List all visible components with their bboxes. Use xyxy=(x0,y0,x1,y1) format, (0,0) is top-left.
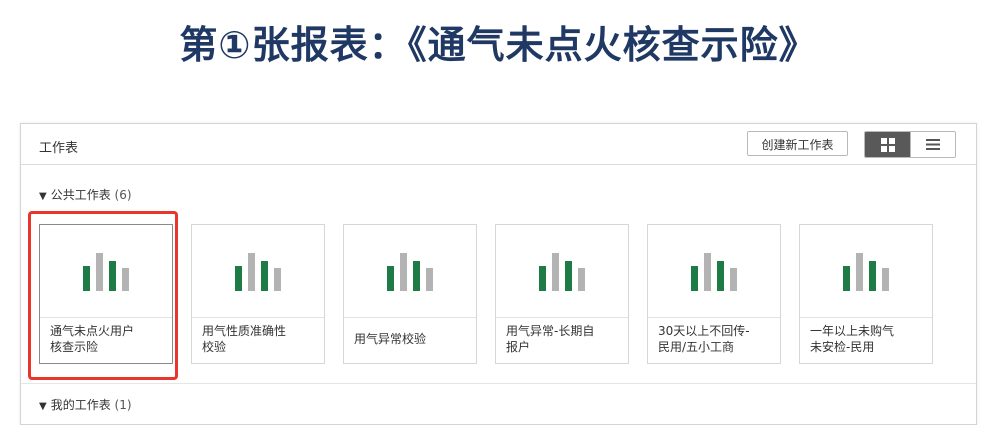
sheet-label-line: 报户 xyxy=(506,340,531,354)
sheet-card[interactable]: 30天以上不回传- 民用/五小工商 xyxy=(647,224,781,364)
icon-bar xyxy=(274,268,281,291)
section-divider xyxy=(21,383,976,384)
icon-bar xyxy=(856,253,863,291)
icon-bar xyxy=(578,268,585,291)
icon-bar xyxy=(717,261,724,291)
icon-bar xyxy=(426,268,433,291)
sheet-label-line: 用气性质准确性 xyxy=(202,324,287,338)
view-toggle xyxy=(864,131,956,158)
icon-bar xyxy=(387,266,394,291)
icon-bar xyxy=(565,261,572,291)
sheet-thumbnail xyxy=(800,225,932,318)
sheet-card[interactable]: 用气异常-长期自 报户 xyxy=(495,224,629,364)
sheet-card[interactable]: 用气异常校验 xyxy=(343,224,477,364)
icon-bar xyxy=(539,266,546,291)
sheet-label-line: 未安检-民用 xyxy=(810,340,875,354)
icon-bar xyxy=(882,268,889,291)
sheet-label: 用气性质准确性 校验 xyxy=(202,323,317,355)
sheet-label-line: 30天以上不回传- xyxy=(658,324,750,338)
sheet-label: 30天以上不回传- 民用/五小工商 xyxy=(658,323,773,355)
list-icon xyxy=(926,139,940,150)
collapse-triangle-icon: ▼ xyxy=(39,191,47,202)
section-title-mine: 我的工作表 xyxy=(50,398,111,412)
icon-bar xyxy=(730,268,737,291)
bar-chart-icon xyxy=(691,253,739,291)
list-view-button[interactable] xyxy=(910,132,955,157)
icon-bar xyxy=(869,261,876,291)
sheet-label-line: 用气异常-长期自 xyxy=(506,324,595,338)
icon-bar xyxy=(400,253,407,291)
icon-bar xyxy=(552,253,559,291)
public-sheets-section-header[interactable]: ▼ 公共工作表 (6) xyxy=(39,186,132,203)
icon-bar xyxy=(261,261,268,291)
icon-bar xyxy=(235,266,242,291)
sheet-label-line: 一年以上未购气 xyxy=(810,324,895,338)
highlight-box xyxy=(28,211,178,380)
bar-chart-icon xyxy=(843,253,891,291)
icon-bar xyxy=(843,266,850,291)
grid-icon xyxy=(881,138,895,152)
sheet-label: 一年以上未购气 未安检-民用 xyxy=(810,323,925,355)
section-count-public: (6) xyxy=(114,188,132,202)
icon-bar xyxy=(413,261,420,291)
bar-chart-icon xyxy=(387,253,435,291)
bar-chart-icon xyxy=(539,253,587,291)
grid-view-button[interactable] xyxy=(865,132,910,157)
sheet-label: 用气异常校验 xyxy=(354,331,469,347)
panel-header: 工作表 创建新工作表 xyxy=(21,124,976,165)
section-count-mine: (1) xyxy=(114,398,132,412)
sheet-card[interactable]: 用气性质准确性 校验 xyxy=(191,224,325,364)
sheet-thumbnail xyxy=(192,225,324,318)
icon-bar xyxy=(691,266,698,291)
sheet-card[interactable]: 一年以上未购气 未安检-民用 xyxy=(799,224,933,364)
sheet-label-line: 校验 xyxy=(202,340,227,354)
sheet-label-line: 民用/五小工商 xyxy=(658,340,735,354)
page-heading: 第①张报表：《通气未点火核查示险》 xyxy=(179,23,818,67)
icon-bar xyxy=(704,253,711,291)
my-sheets-section-header[interactable]: ▼ 我的工作表 (1) xyxy=(39,396,132,413)
create-new-sheet-button[interactable]: 创建新工作表 xyxy=(747,131,848,156)
sheet-label-line: 用气异常校验 xyxy=(354,332,427,346)
sheet-label: 用气异常-长期自 报户 xyxy=(506,323,621,355)
sheet-thumbnail xyxy=(496,225,628,318)
sheet-thumbnail xyxy=(344,225,476,318)
bar-chart-icon xyxy=(235,253,283,291)
panel-title: 工作表 xyxy=(39,141,79,156)
icon-bar xyxy=(248,253,255,291)
section-title-public: 公共工作表 xyxy=(50,188,111,202)
sheet-thumbnail xyxy=(648,225,780,318)
